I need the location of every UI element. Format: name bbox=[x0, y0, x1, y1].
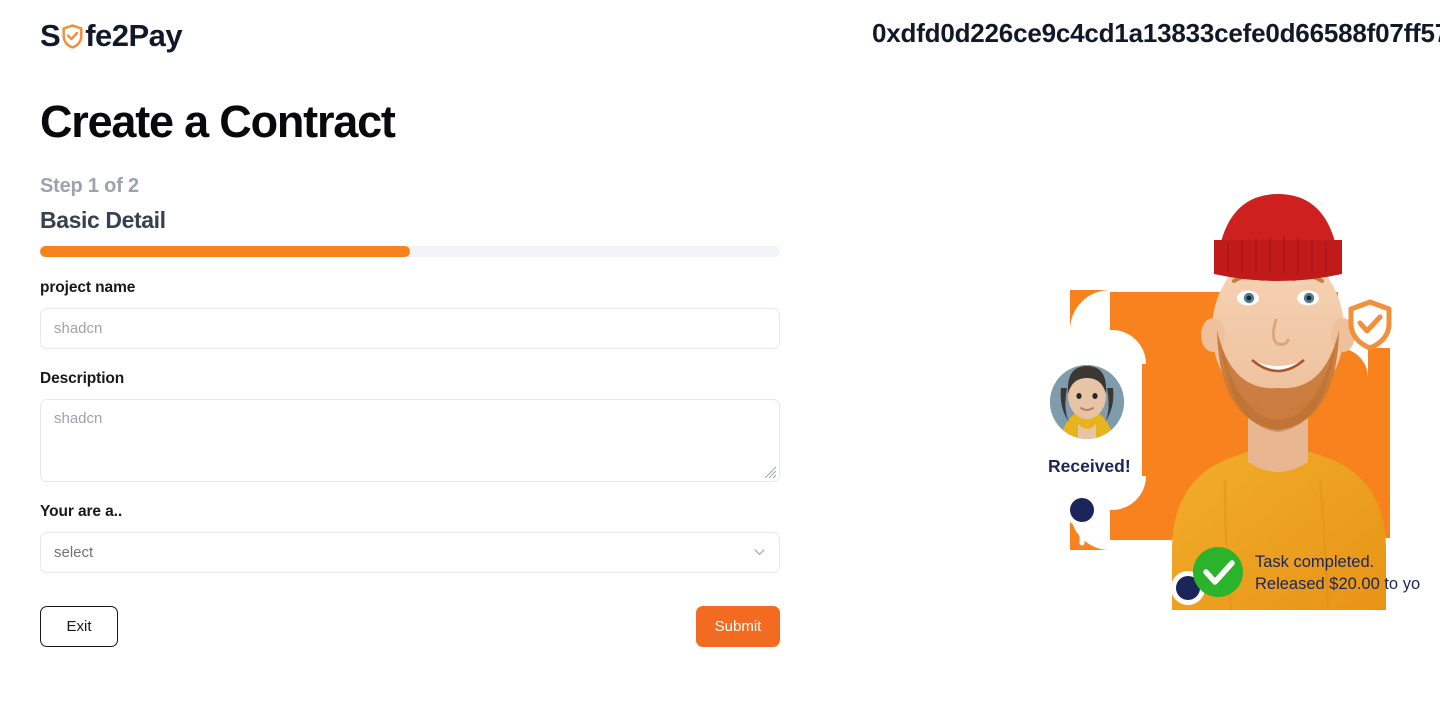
app-root: S fe2Pay 0xdfd0d226ce9c4cd1a13833cefe0d6… bbox=[0, 0, 1440, 718]
description-wrapper bbox=[40, 398, 780, 482]
field-project-name: project name bbox=[40, 279, 780, 349]
wallet-address[interactable]: 0xdfd0d226ce9c4cd1a13833cefe0d66588f07ff… bbox=[872, 18, 1440, 49]
description-textarea[interactable] bbox=[40, 398, 780, 482]
shield-check-icon bbox=[61, 24, 84, 49]
logo-text-after: fe2Pay bbox=[85, 18, 183, 53]
step-indicator: Step 1 of 2 bbox=[40, 174, 139, 197]
role-select[interactable]: select bbox=[40, 531, 780, 573]
received-label: Received! bbox=[1048, 456, 1131, 476]
role-select-wrapper: select bbox=[40, 531, 780, 573]
field-role: Your are a.. select bbox=[40, 503, 780, 573]
task-completed-line1: Task completed. bbox=[1255, 553, 1374, 571]
section-title: Basic Detail bbox=[40, 206, 166, 233]
role-select-value: select bbox=[54, 543, 94, 561]
page-title: Create a Contract bbox=[40, 96, 396, 147]
hero-illustration: Received! Task completed. Released $20.0… bbox=[1020, 180, 1420, 610]
brand-logo[interactable]: S fe2Pay bbox=[40, 18, 183, 53]
progress-bar bbox=[40, 245, 780, 257]
project-name-label: project name bbox=[40, 278, 136, 296]
exit-button[interactable]: Exit bbox=[40, 605, 118, 647]
description-label: Description bbox=[40, 369, 125, 387]
form-actions: Exit Submit bbox=[40, 605, 780, 647]
task-completed-line2: Released $20.00 to you. bbox=[1255, 575, 1420, 593]
contract-form: Create a Contract Step 1 of 2 Basic Deta… bbox=[40, 96, 780, 647]
progress-bar-fill bbox=[40, 245, 410, 257]
page-header: S fe2Pay 0xdfd0d226ce9c4cd1a13833cefe0d6… bbox=[0, 0, 1440, 72]
logo-text-before: S bbox=[40, 18, 61, 53]
submit-button[interactable]: Submit bbox=[696, 605, 780, 647]
role-label: Your are a.. bbox=[40, 502, 123, 520]
project-name-input[interactable] bbox=[40, 307, 780, 349]
field-description: Description bbox=[40, 370, 780, 482]
